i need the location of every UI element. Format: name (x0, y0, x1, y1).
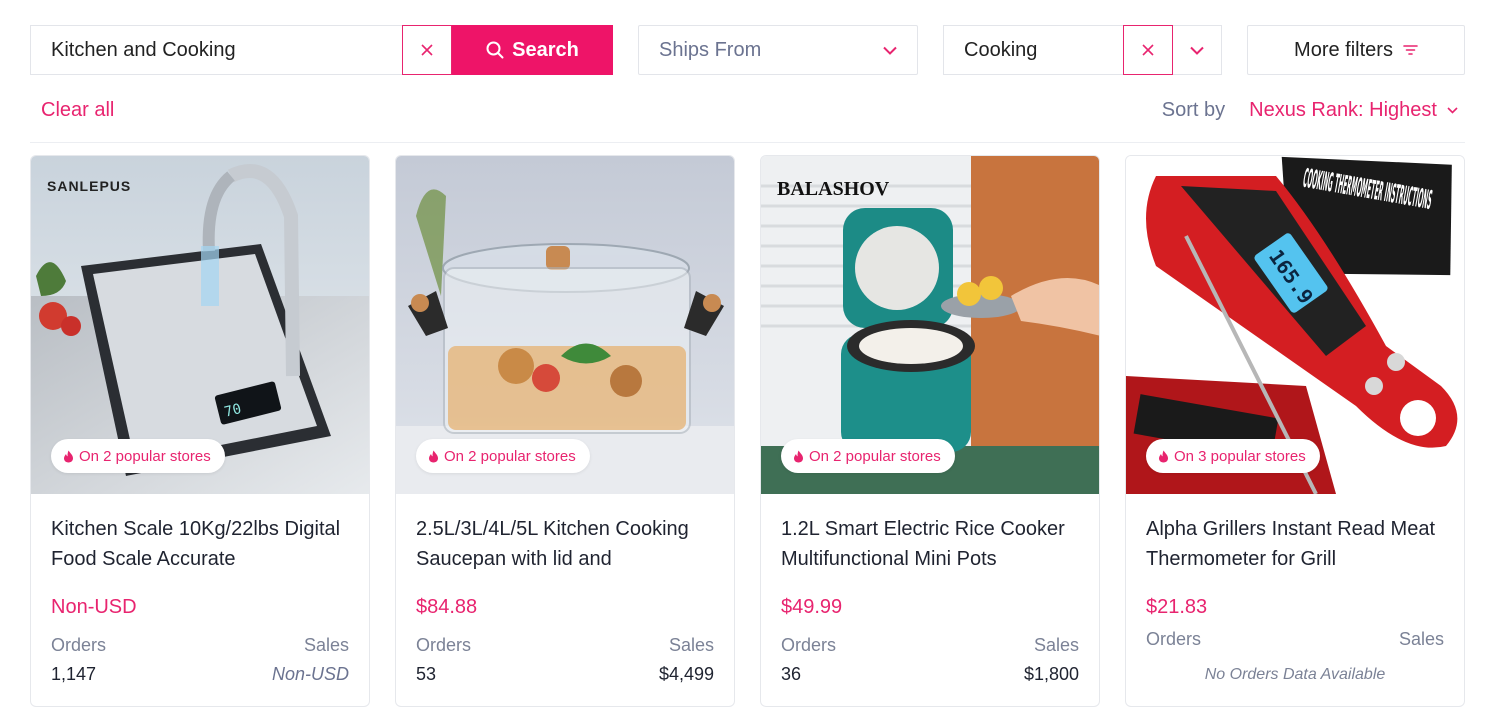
product-image: On 2 popular stores (396, 156, 734, 494)
orders-label: Orders (51, 635, 107, 655)
product-price: $21.83 (1146, 596, 1208, 618)
product-brand: SANLEPUS (47, 178, 132, 194)
product-price: Non-USD (51, 596, 137, 618)
close-icon (421, 44, 433, 56)
chevron-down-icon (1190, 46, 1204, 55)
popular-stores-text: On 3 popular stores (1174, 447, 1306, 465)
sort-label: Sort by (1161, 99, 1226, 121)
sort-value: Nexus Rank: Highest (1249, 99, 1437, 121)
sales-label: Sales (303, 635, 349, 655)
divider (30, 142, 1465, 143)
search-group: Search (30, 25, 613, 75)
clear-all-link[interactable]: Clear all (41, 99, 114, 122)
sales-value: $4,499 (658, 664, 714, 684)
search-input[interactable] (30, 25, 402, 75)
category-filter: Cooking (943, 25, 1222, 75)
sales-label: Sales (668, 635, 714, 655)
popular-stores-badge: On 3 popular stores (1146, 439, 1320, 473)
product-title[interactable]: 1.2L Smart Electric Rice Cooker Multifun… (781, 514, 1079, 574)
product-brand: BALASHOV (777, 178, 890, 200)
product-title[interactable]: Kitchen Scale 10Kg/22lbs Digital Food Sc… (51, 514, 349, 574)
category-dropdown-toggle[interactable] (1173, 25, 1222, 75)
product-image: 70 SANLEPUS On 2 popular stores (31, 156, 369, 494)
popular-stores-text: On 2 popular stores (79, 447, 211, 465)
orders-value: 1,147 (51, 664, 97, 684)
flame-icon (1159, 450, 1168, 462)
popular-stores-badge: On 2 popular stores (781, 439, 955, 473)
filter-icon (1403, 45, 1418, 55)
orders-label: Orders (781, 635, 837, 655)
sort-dropdown[interactable]: Nexus Rank: Highest (1249, 99, 1458, 122)
chevron-down-icon (883, 46, 897, 55)
flame-icon (794, 450, 803, 462)
search-button-label: Search (512, 38, 579, 61)
product-card[interactable]: COOKING THERMOMETER INSTRUCTIONS 165.9 O… (1125, 155, 1465, 707)
more-filters-button[interactable]: More filters (1247, 25, 1465, 75)
popular-stores-badge: On 2 popular stores (51, 439, 225, 473)
sales-value: Non-USD (271, 664, 349, 684)
orders-label: Orders (1146, 629, 1202, 649)
ships-from-placeholder: Ships From (659, 38, 762, 61)
clear-category-button[interactable] (1123, 25, 1173, 75)
no-orders-data-text: No Orders Data Available (1204, 666, 1386, 683)
orders-value: 36 (781, 664, 802, 684)
product-price: $49.99 (781, 596, 843, 618)
chevron-down-icon (1447, 107, 1458, 114)
popular-stores-badge: On 2 popular stores (416, 439, 590, 473)
flame-icon (429, 450, 438, 462)
orders-value: 53 (416, 664, 437, 684)
product-card[interactable]: BALASHOV On 2 popular stores 1.2L Smart … (760, 155, 1100, 707)
product-image: COOKING THERMOMETER INSTRUCTIONS 165.9 O… (1126, 156, 1464, 494)
orders-label: Orders (416, 635, 472, 655)
product-image: BALASHOV On 2 popular stores (761, 156, 1099, 494)
search-icon (486, 41, 504, 59)
sort-control: Sort by Nexus Rank: Highest (1162, 99, 1458, 122)
sales-value: $1,800 (1023, 664, 1079, 684)
ships-from-dropdown[interactable]: Ships From (638, 25, 918, 75)
more-filters-label: More filters (1294, 38, 1393, 61)
search-button[interactable]: Search (452, 25, 613, 75)
product-price: $84.88 (416, 596, 478, 618)
popular-stores-text: On 2 popular stores (444, 447, 576, 465)
product-title[interactable]: 2.5L/3L/4L/5L Kitchen Cooking Saucepan w… (416, 514, 714, 574)
flame-icon (64, 450, 73, 462)
product-card[interactable]: On 2 popular stores 2.5L/3L/4L/5L Kitche… (395, 155, 735, 707)
product-title[interactable]: Alpha Grillers Instant Read Meat Thermom… (1146, 514, 1444, 574)
category-value[interactable]: Cooking (943, 25, 1123, 75)
popular-stores-text: On 2 popular stores (809, 447, 941, 465)
sales-label: Sales (1398, 629, 1444, 649)
clear-search-button[interactable] (402, 25, 452, 75)
sales-label: Sales (1033, 635, 1079, 655)
product-card[interactable]: 70 SANLEPUS On 2 popular stores Kitchen … (30, 155, 370, 707)
close-icon (1142, 44, 1154, 56)
